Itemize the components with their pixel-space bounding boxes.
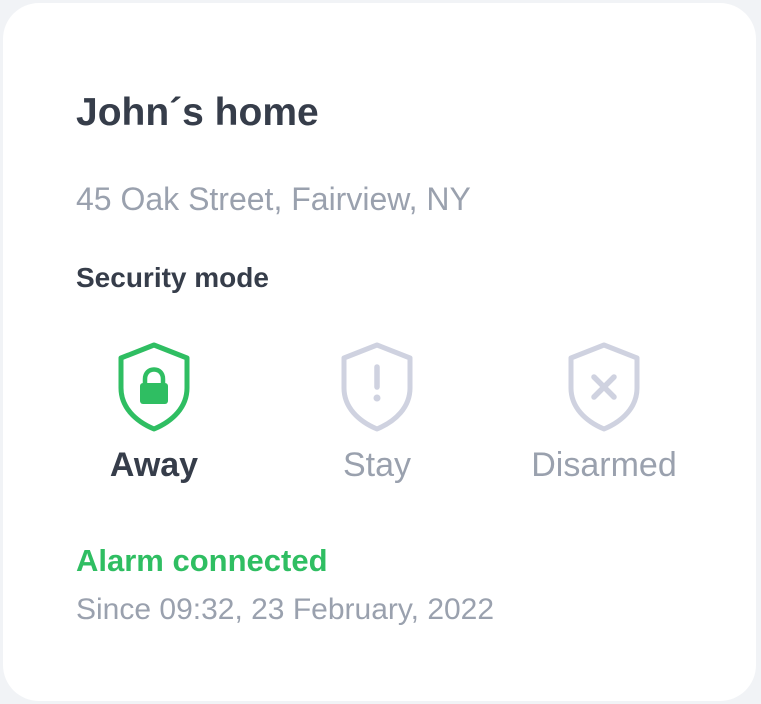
shield-x-icon (568, 342, 640, 432)
mode-away-label: Away (109, 446, 199, 484)
shield-lock-icon (118, 342, 190, 432)
home-card: John´s home 45 Oak Street, Fairview, NY … (3, 3, 756, 701)
mode-away-button[interactable]: Away (34, 341, 274, 486)
alarm-status-since: Since 09:32, 23 February, 2022 (76, 593, 495, 626)
mode-stay-button[interactable]: Stay (257, 341, 497, 486)
mode-stay-label: Stay (342, 446, 412, 484)
alarm-status-title: Alarm connected (76, 543, 328, 578)
shield-exclamation-icon (341, 342, 413, 432)
home-title: John´s home (76, 91, 319, 134)
mode-disarmed-label: Disarmed (531, 446, 677, 484)
home-address: 45 Oak Street, Fairview, NY (76, 181, 471, 217)
security-mode-label: Security mode (76, 262, 269, 293)
mode-disarmed-button[interactable]: Disarmed (484, 341, 724, 486)
